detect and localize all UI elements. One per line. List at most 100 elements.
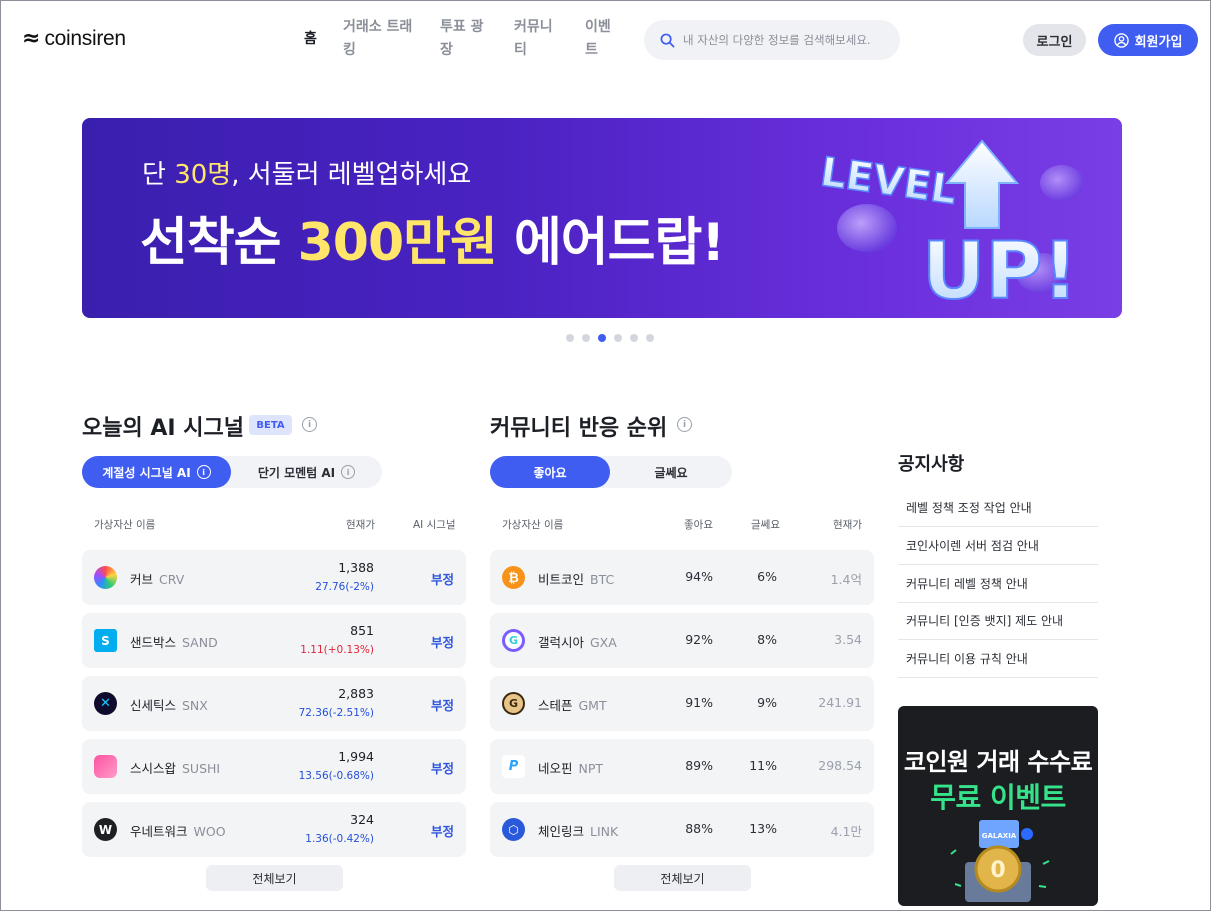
coinone-fee-event-ad[interactable]: 코인원 거래 수수료 무료 이벤트 GALAXIA 0 — [898, 706, 1098, 906]
banner-main-prefix: 선착순 — [140, 213, 298, 273]
search-icon — [660, 33, 675, 47]
sand-coin-icon: S — [94, 629, 117, 652]
woo-coin-icon: W — [94, 818, 117, 841]
current-price: 1.4억 — [830, 572, 862, 587]
coin-symbol: SUSHI — [182, 761, 221, 776]
up-art-text: UP! — [922, 227, 1078, 308]
ai-row-woo[interactable]: W 우네트워크 WOO 324 1.36(-0.42%) 부정 — [82, 802, 466, 857]
coin-name-text: 체인링크 — [538, 824, 585, 839]
nav-home[interactable]: 홈 — [304, 28, 317, 51]
npt-coin-icon: P — [502, 755, 525, 778]
login-button-label: 로그인 — [1036, 34, 1073, 50]
galaxia-art-label: GALAXIA — [982, 832, 1017, 840]
coin-name-text: 스테픈 — [538, 698, 573, 713]
coin-name-text: 네오핀 — [538, 761, 573, 776]
tab-seasonal-ai[interactable]: 계절성 시그널 AI i — [82, 456, 231, 488]
community-info-icon[interactable]: i — [677, 417, 692, 432]
banner-sub-highlight: 30명 — [174, 160, 232, 190]
tab-momentum-ai-label: 단기 모멘텀 AI — [257, 465, 336, 480]
view-all-label: 전체보기 — [252, 871, 297, 886]
coin-symbol: GMT — [578, 698, 607, 713]
community-row-btc[interactable]: ₿ 비트코인 BTC 94% 6% 1.4억 — [490, 550, 874, 605]
tab-meh-label: 글쎄요 — [654, 465, 688, 480]
coin-name: 체인링크 LINK — [538, 821, 618, 840]
nav-event-label-2: 트 — [585, 42, 598, 58]
current-price: 241.91 — [818, 695, 862, 710]
gmt-coin-icon: G — [502, 692, 525, 715]
like-percent: 88% — [685, 821, 713, 836]
logo-waves-icon: ≈ — [22, 26, 41, 51]
level-up-illustration: LEVEL UP! — [817, 139, 1084, 308]
coin-name-text: 우네트워크 — [130, 824, 188, 839]
nav-event-label-1: 이벤 — [585, 19, 611, 35]
signup-button[interactable]: 회원가입 — [1098, 24, 1198, 56]
ai-signal-view-all-button[interactable]: 전체보기 — [206, 865, 343, 891]
nav-community[interactable]: 커뮤니 티 — [514, 16, 553, 62]
banner-subtitle: 단 30명, 서둘러 레벨업하세요 — [142, 154, 471, 191]
promo-line-2: 무료 이벤트 — [930, 781, 1066, 814]
community-view-all-button[interactable]: 전체보기 — [614, 865, 751, 891]
login-button[interactable]: 로그인 — [1023, 24, 1086, 56]
price-change: 13.56(-0.68%) — [298, 770, 374, 782]
nav-exchange-tracking[interactable]: 거래소 트래 킹 — [343, 16, 412, 62]
meh-percent: 11% — [749, 758, 777, 773]
coin-symbol: WOO — [193, 824, 226, 839]
gxa-coin-icon: G — [502, 629, 525, 652]
nav-community-label-2: 티 — [514, 42, 527, 58]
nav-vote-plaza-label-1: 투표 광 — [440, 19, 484, 35]
tab-meh[interactable]: 글쎄요 — [610, 456, 732, 488]
banner-dot-6[interactable] — [646, 334, 654, 342]
notice-item[interactable]: 레벨 정책 조정 작업 안내 — [898, 489, 1098, 527]
promo-line-1: 코인원 거래 수수료 — [903, 748, 1093, 776]
coin-symbol: LINK — [590, 824, 619, 839]
banner-sub-suffix: , 서둘러 레벨업하세요 — [231, 160, 472, 190]
ai-signal-value: 부정 — [430, 698, 454, 713]
notice-item[interactable]: 커뮤니티 이용 규칙 안내 — [898, 640, 1098, 678]
ai-signal-info-icon[interactable]: i — [302, 417, 317, 432]
site-logo[interactable]: ≈ coinsiren — [22, 27, 126, 51]
link-coin-icon: ⬡ — [502, 818, 525, 841]
banner-main-highlight: 300만원 — [297, 213, 498, 273]
community-row-gmt[interactable]: G 스테픈 GMT 91% 9% 241.91 — [490, 676, 874, 731]
col-current-price: 현재가 — [346, 519, 375, 531]
banner-dot-2[interactable] — [582, 334, 590, 342]
promo-banner[interactable]: 단 30명, 서둘러 레벨업하세요 선착순 300만원 에어드랍! LEVEL … — [82, 118, 1122, 318]
banner-dot-1[interactable] — [566, 334, 574, 342]
coin-symbol: GXA — [590, 635, 617, 650]
coin-symbol: NPT — [578, 761, 604, 776]
search-input[interactable] — [683, 33, 893, 47]
ai-signal-value: 부정 — [430, 761, 454, 776]
banner-pagination — [566, 334, 654, 342]
community-row-npt[interactable]: P 네오핀 NPT 89% 11% 298.54 — [490, 739, 874, 794]
tab-like[interactable]: 좋아요 — [490, 456, 610, 488]
community-row-link[interactable]: ⬡ 체인링크 LINK 88% 13% 4.1만 — [490, 802, 874, 857]
ai-signal-value: 부정 — [430, 572, 454, 587]
banner-sub-prefix: 단 — [142, 160, 175, 190]
banner-dot-4[interactable] — [614, 334, 622, 342]
banner-dot-5[interactable] — [630, 334, 638, 342]
nav-event[interactable]: 이벤 트 — [585, 16, 611, 62]
col-like: 좋아요 — [684, 519, 713, 531]
ai-signal-title: 오늘의 AI 시그널 — [82, 416, 244, 441]
tab-momentum-ai[interactable]: 단기 모멘텀 AI i — [231, 456, 382, 488]
coin-name: 커브 CRV — [130, 569, 184, 588]
notice-item[interactable]: 커뮤니티 레벨 정책 안내 — [898, 565, 1098, 603]
notice-item[interactable]: 코인사이렌 서버 점검 안내 — [898, 527, 1098, 565]
banner-dot-3[interactable] — [598, 334, 606, 342]
ai-row-sushi[interactable]: 스시스왑 SUSHI 1,994 13.56(-0.68%) 부정 — [82, 739, 466, 794]
ai-row-crv[interactable]: 커브 CRV 1,388 27.76(-2%) 부정 — [82, 550, 466, 605]
ai-row-sand[interactable]: S 샌드박스 SAND 851 1.11(+0.13%) 부정 — [82, 613, 466, 668]
btc-coin-icon: ₿ — [502, 566, 525, 589]
signup-button-label: 회원가입 — [1134, 34, 1183, 50]
nav-vote-plaza[interactable]: 투표 광 장 — [440, 16, 484, 62]
info-icon: i — [341, 465, 356, 479]
user-icon — [1113, 32, 1129, 48]
coin-name-text: 커브 — [130, 572, 154, 587]
ai-row-snx[interactable]: ✕ 신세틱스 SNX 2,883 72.36(-2.51%) 부정 — [82, 676, 466, 731]
meh-percent: 13% — [749, 821, 777, 836]
meh-percent: 6% — [757, 569, 777, 584]
coin-name: 신세틱스 SNX — [130, 695, 208, 714]
community-row-gxa[interactable]: G 갤럭시아 GXA 92% 8% 3.54 — [490, 613, 874, 668]
notice-item[interactable]: 커뮤니티 [인증 뱃지] 제도 안내 — [898, 602, 1098, 640]
search-bar[interactable] — [644, 20, 900, 60]
